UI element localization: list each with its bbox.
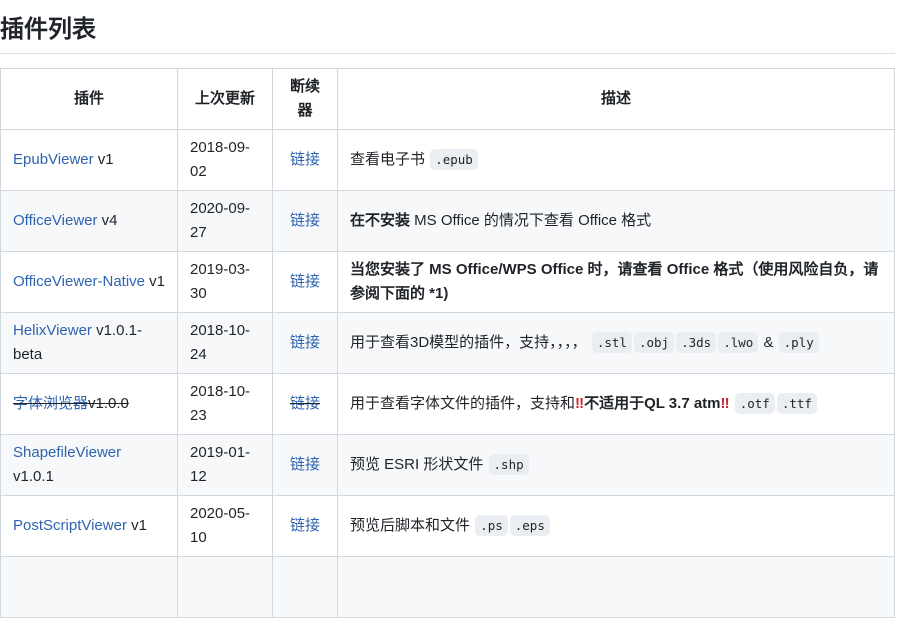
description-cell: 预览 ESRI 形状文件 .shp — [337, 434, 895, 496]
plugin-cell: OfficeViewer-Native v1 — [0, 251, 178, 313]
plugin-version: v1.0.1 — [13, 468, 54, 485]
download-link[interactable]: 链接 — [290, 395, 320, 412]
table-row: EpubViewer v1 2018-09-02 链接 查看电子书 .epub — [0, 129, 895, 191]
link-cell: 链接 — [272, 312, 338, 374]
file-extension-code: .obj — [633, 332, 675, 353]
description-text: 查看电子书 — [350, 151, 430, 168]
plugin-cell: ShapefileViewer v1.0.1 — [0, 434, 178, 496]
table-row — [0, 556, 895, 618]
table-row: HelixViewer v1.0.1-beta 2018-10-24 链接 用于… — [0, 312, 895, 374]
link-cell: 链接 — [272, 434, 338, 496]
plugin-cell — [0, 556, 178, 618]
plugin-link[interactable]: 字体浏览器 — [13, 395, 88, 412]
plugin-version: v1 — [126, 517, 147, 534]
description-cell: 查看电子书 .epub — [337, 129, 895, 191]
file-extension-code: .shp — [488, 454, 529, 475]
plugin-version: v4 — [97, 212, 118, 229]
header-plugin: 插件 — [0, 68, 178, 130]
description-cell: 用于查看字体文件的插件，支持和‼不适用于QL 3.7 atm‼ .otf .ttf — [337, 373, 895, 435]
description-text: 预览后脚本和文件 — [350, 517, 475, 534]
plugin-cell: OfficeViewer v4 — [0, 190, 178, 252]
table-row: OfficeViewer v4 2020-09-27 链接 在不安装 MS Of… — [0, 190, 895, 252]
download-link[interactable]: 链接 — [290, 456, 320, 473]
file-extension-code: .stl — [591, 332, 632, 353]
link-cell: 链接 — [272, 190, 338, 252]
table-row: PostScriptViewer v1 2020-05-10 链接 预览后脚本和… — [0, 495, 895, 557]
double-exclamation-icon: ‼ — [575, 395, 585, 412]
link-cell: 链接 — [272, 373, 338, 435]
download-link[interactable]: 链接 — [290, 212, 320, 229]
download-link[interactable]: 链接 — [290, 334, 320, 351]
plugin-cell: EpubViewer v1 — [0, 129, 178, 191]
link-cell: 链接 — [272, 251, 338, 313]
description-bold: 不适用于QL 3.7 atm — [584, 395, 721, 412]
description-cell: 用于查看3D模型的插件，支持，，，， .stl .obj .3ds .lwo & .p… — [337, 312, 895, 374]
plugin-version: v1 — [93, 151, 114, 168]
header-last-updated: 上次更新 — [177, 68, 273, 130]
date-cell: 2020-05-10 — [177, 495, 273, 557]
description-text: 预览 ESRI 形状文件 — [350, 456, 488, 473]
header-description: 描述 — [337, 68, 895, 130]
link-cell: 链接 — [272, 495, 338, 557]
download-link[interactable]: 链接 — [290, 517, 320, 534]
description-text: 用于查看3D模型的插件，支持，，，， — [350, 334, 591, 351]
description-bold: 当您安装了 MS Office/WPS Office 时，请查看 Office … — [350, 261, 879, 302]
description-cell — [337, 556, 895, 618]
header-breakpoint: 断续器 — [272, 68, 338, 130]
description-cell: 在不安装 MS Office 的情况下查看 Office 格式 — [337, 190, 895, 252]
file-extension-code: .ttf — [776, 393, 817, 414]
file-extension-code: .3ds — [676, 332, 717, 353]
date-cell: 2020-09-27 — [177, 190, 273, 252]
file-extension-code: .epub — [430, 149, 478, 170]
plugin-link[interactable]: ShapefileViewer — [13, 444, 121, 461]
plugin-link[interactable]: OfficeViewer — [13, 212, 98, 229]
file-extension-code: .eps — [509, 515, 550, 536]
table-row: ShapefileViewer v1.0.1 2019-01-12 链接 预览 … — [0, 434, 895, 496]
download-link[interactable]: 链接 — [290, 151, 320, 168]
description-text: MS Office 的情况下查看 Office 格式 — [410, 212, 652, 229]
date-cell: 2018-10-23 — [177, 373, 273, 435]
date-cell: 2019-03-30 — [177, 251, 273, 313]
description-text: & — [759, 334, 778, 351]
file-extension-code: .otf — [734, 393, 775, 414]
date-cell: 2019-01-12 — [177, 434, 273, 496]
plugin-version: v1 — [145, 273, 166, 290]
plugin-cell: PostScriptViewer v1 — [0, 495, 178, 557]
date-cell: 2018-09-02 — [177, 129, 273, 191]
plugin-link[interactable]: EpubViewer — [13, 151, 94, 168]
description-text — [730, 395, 734, 412]
link-cell: 链接 — [272, 129, 338, 191]
plugin-version: v1.0.0 — [88, 395, 129, 412]
plugin-link[interactable]: OfficeViewer-Native — [13, 273, 145, 290]
plugin-link[interactable]: PostScriptViewer — [13, 517, 127, 534]
plugin-cell: HelixViewer v1.0.1-beta — [0, 312, 178, 374]
plugin-link[interactable]: HelixViewer — [13, 322, 92, 339]
download-link[interactable]: 链接 — [290, 273, 320, 290]
description-cell: 当您安装了 MS Office/WPS Office 时，请查看 Office … — [337, 251, 895, 313]
date-cell: 2018-10-24 — [177, 312, 273, 374]
double-exclamation-icon: ‼ — [720, 395, 730, 412]
file-extension-code: .lwo — [718, 332, 759, 353]
description-cell: 预览后脚本和文件 .ps .eps — [337, 495, 895, 557]
description-bold: 在不安装 — [350, 212, 411, 229]
plugin-table: 插件 上次更新 断续器 描述 EpubViewer v1 2018-09-02 … — [0, 68, 895, 618]
description-text: 用于查看字体文件的插件，支持和 — [350, 395, 576, 412]
file-extension-code: .ply — [778, 332, 819, 353]
table-row: 字体浏览器v1.0.0 2018-10-23 链接 用于查看字体文件的插件，支持… — [0, 373, 895, 435]
file-extension-code: .ps — [475, 515, 508, 536]
plugin-cell: 字体浏览器v1.0.0 — [0, 373, 178, 435]
table-header-row: 插件 上次更新 断续器 描述 — [0, 68, 895, 130]
page-title: 插件列表 — [0, 14, 895, 54]
date-cell — [177, 556, 273, 618]
table-row: OfficeViewer-Native v1 2019-03-30 链接 当您安… — [0, 251, 895, 313]
link-cell — [272, 556, 338, 618]
